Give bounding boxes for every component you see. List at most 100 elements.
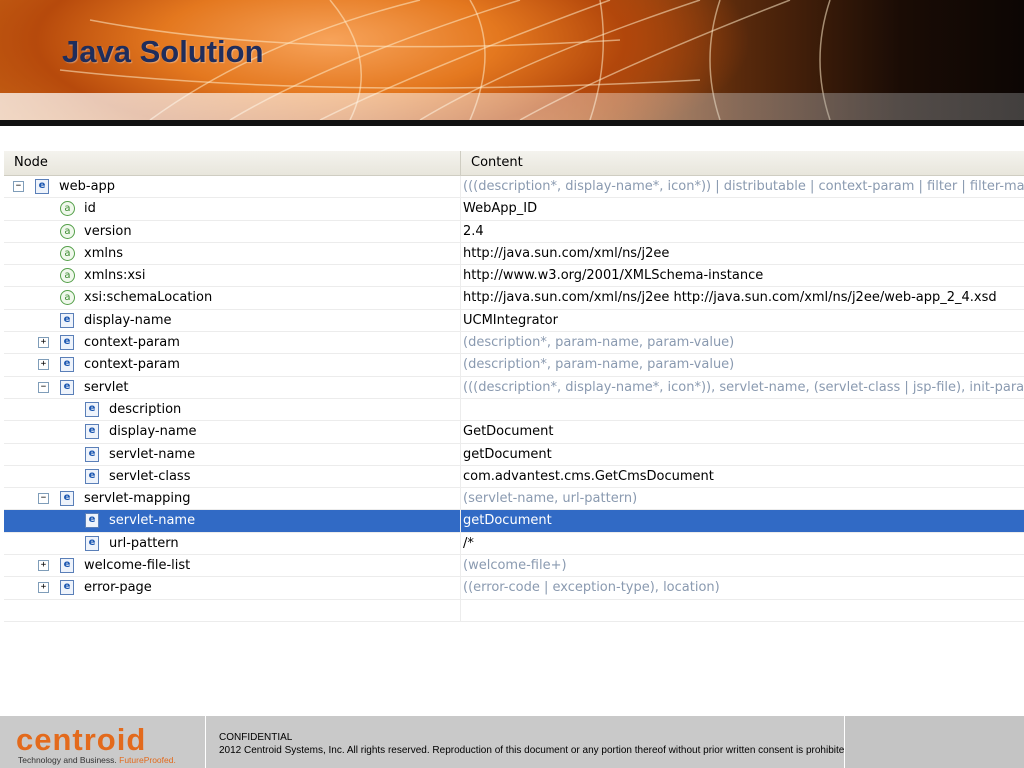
tree-row[interactable]: + e error-page ((error-code | exception-typ… xyxy=(4,577,1024,600)
tree-node-cell: e servlet-class xyxy=(4,466,460,487)
slide-title: Java Solution xyxy=(62,34,264,69)
tree-node-cell: − e web-app xyxy=(4,176,460,197)
tree-node-cell: a id xyxy=(4,198,460,219)
node-label: id xyxy=(84,201,96,217)
expand-toggle-icon[interactable]: + xyxy=(38,359,49,371)
tree-row[interactable]: a xmlns:xsi http://www.w3.org/2001/XMLSche… xyxy=(4,265,1024,288)
expand-toggle-icon[interactable]: + xyxy=(38,582,49,594)
attribute-icon: a xyxy=(60,290,75,306)
collapse-toggle-icon[interactable]: − xyxy=(38,381,49,393)
node-content-cell[interactable]: (description*, param-name, param-value) xyxy=(460,332,1024,354)
confidential-label: CONFIDENTIAL xyxy=(219,732,293,743)
expand-toggle-icon[interactable]: + xyxy=(38,337,49,349)
node-content-cell[interactable]: (welcome-file+) xyxy=(460,555,1024,577)
tree-row[interactable]: e url-pattern /* xyxy=(4,532,1024,556)
element-icon: e xyxy=(85,468,99,484)
node-content-cell[interactable]: (servlet-name, url-pattern) xyxy=(460,488,1024,510)
tree-row[interactable]: − e servlet-mapping (servlet-name, url-patt… xyxy=(4,488,1024,511)
node-label: servlet xyxy=(84,379,129,395)
node-label: welcome-file-list xyxy=(84,558,191,574)
node-content-cell[interactable]: (description*, param-name, param-value) xyxy=(460,354,1024,376)
node-label: servlet-name xyxy=(109,513,196,529)
tree-node-cell: − e servlet xyxy=(4,377,460,398)
tree-node-cell: e servlet-name xyxy=(4,444,460,465)
node-content-cell[interactable]: GetDocument xyxy=(460,421,1024,443)
tree-node-cell: a version xyxy=(4,221,460,242)
tree-header: Node Content xyxy=(4,151,1024,176)
element-icon: e xyxy=(85,424,99,440)
tree-row[interactable] xyxy=(4,599,1024,622)
footer: centroid Technology and Business. Future… xyxy=(0,716,1024,768)
node-content-cell[interactable]: 2.4 xyxy=(460,220,1024,242)
attribute-icon: a xyxy=(60,223,75,239)
node-label: xmlns xyxy=(84,245,123,261)
tree-row[interactable]: a id WebApp_ID xyxy=(4,198,1024,221)
element-icon: e xyxy=(35,179,49,194)
node-content-cell[interactable]: getDocument xyxy=(460,510,1024,532)
element-icon: e xyxy=(85,401,99,417)
node-label: xmlns:xsi xyxy=(84,268,146,284)
node-label: error-page xyxy=(84,580,152,596)
banner-shine xyxy=(0,93,1024,120)
tree-row[interactable]: a xsi:schemaLocation http://java.sun.com/x… xyxy=(4,287,1024,310)
tree-row[interactable]: − e web-app (((description*, display-name*,… xyxy=(4,176,1024,199)
xml-tree-view: Node Content − e web-app (((description*, d… xyxy=(4,151,1024,627)
tree-node-cell: + e welcome-file-list xyxy=(4,555,460,576)
tree-row[interactable]: e display-name GetDocument xyxy=(4,421,1024,444)
tree-row[interactable]: a version 2.4 xyxy=(4,220,1024,243)
node-label: display-name xyxy=(109,424,197,440)
tree-node-cell: + e context-param xyxy=(4,332,460,353)
tree-node-cell: e display-name xyxy=(4,310,460,331)
tree-row[interactable]: − e servlet (((description*, display-name*,… xyxy=(4,376,1024,399)
node-content-cell[interactable]: http://www.w3.org/2001/XMLSchema-instanc… xyxy=(460,265,1024,287)
node-content-cell[interactable]: (((description*, display-name*, icon*)) … xyxy=(460,176,1024,198)
banner-divider xyxy=(0,120,1024,126)
node-content-cell[interactable]: UCMIntegrator xyxy=(460,309,1024,332)
column-header-node[interactable]: Node xyxy=(4,151,461,175)
tree-row[interactable]: e display-name UCMIntegrator xyxy=(4,309,1024,333)
column-header-content[interactable]: Content xyxy=(461,151,523,175)
footer-right-panel xyxy=(844,716,1024,768)
element-icon: e xyxy=(60,558,74,574)
attribute-icon: a xyxy=(60,245,75,261)
tree-row[interactable]: a xmlns http://java.sun.com/xml/ns/j2ee xyxy=(4,242,1024,266)
collapse-toggle-icon[interactable]: − xyxy=(13,181,24,192)
element-icon: e xyxy=(60,580,74,596)
node-content-cell[interactable] xyxy=(460,599,1024,621)
tree-row[interactable]: e servlet-name getDocument xyxy=(4,510,1024,533)
element-icon: e xyxy=(85,535,99,551)
header-banner: Java Solution xyxy=(0,0,1024,120)
node-label: servlet-mapping xyxy=(84,491,191,507)
node-content-cell[interactable]: getDocument xyxy=(460,443,1024,465)
node-content-cell[interactable] xyxy=(460,398,1024,421)
node-content-cell[interactable]: http://java.sun.com/xml/ns/j2ee http://j… xyxy=(460,287,1024,309)
tree-row[interactable]: e description xyxy=(4,398,1024,422)
element-icon: e xyxy=(60,379,74,395)
attribute-icon: a xyxy=(60,268,75,284)
node-content-cell[interactable]: /* xyxy=(460,532,1024,555)
collapse-toggle-icon[interactable]: − xyxy=(38,493,49,505)
node-content-cell[interactable]: com.advantest.cms.GetCmsDocument xyxy=(460,465,1024,488)
attribute-icon: a xyxy=(60,201,75,217)
node-content-cell[interactable]: (((description*, display-name*, icon*)),… xyxy=(460,376,1024,398)
tree-row[interactable]: + e welcome-file-list (welcome-file+) xyxy=(4,555,1024,578)
tree-row[interactable]: + e context-param (description*, param-name… xyxy=(4,332,1024,355)
node-label: description xyxy=(109,401,182,417)
tree-row[interactable]: + e context-param (description*, param-name… xyxy=(4,354,1024,377)
tree-row[interactable]: e servlet-class com.advantest.cms.GetCmsDo… xyxy=(4,465,1024,489)
tree-row[interactable]: e servlet-name getDocument xyxy=(4,443,1024,466)
footer-legal: CONFIDENTIAL 2012 Centroid Systems, Inc.… xyxy=(219,731,853,757)
tree-node-cell: e display-name xyxy=(4,421,460,442)
node-label: servlet-class xyxy=(109,468,191,484)
tree-node-cell: a xmlns:xsi xyxy=(4,265,460,286)
node-content-cell[interactable]: ((error-code | exception-type), location… xyxy=(460,577,1024,599)
copyright-notice: 2012 Centroid Systems, Inc. All rights r… xyxy=(219,745,853,756)
tree-node-cell: e servlet-name xyxy=(4,510,460,531)
node-content-cell[interactable]: WebApp_ID xyxy=(460,198,1024,220)
node-label: servlet-name xyxy=(109,446,196,462)
node-label: display-name xyxy=(84,312,172,328)
node-content-cell[interactable]: http://java.sun.com/xml/ns/j2ee xyxy=(460,242,1024,265)
tagline-accent: FutureProofed. xyxy=(119,755,176,765)
element-icon: e xyxy=(85,446,99,462)
expand-toggle-icon[interactable]: + xyxy=(38,560,49,572)
